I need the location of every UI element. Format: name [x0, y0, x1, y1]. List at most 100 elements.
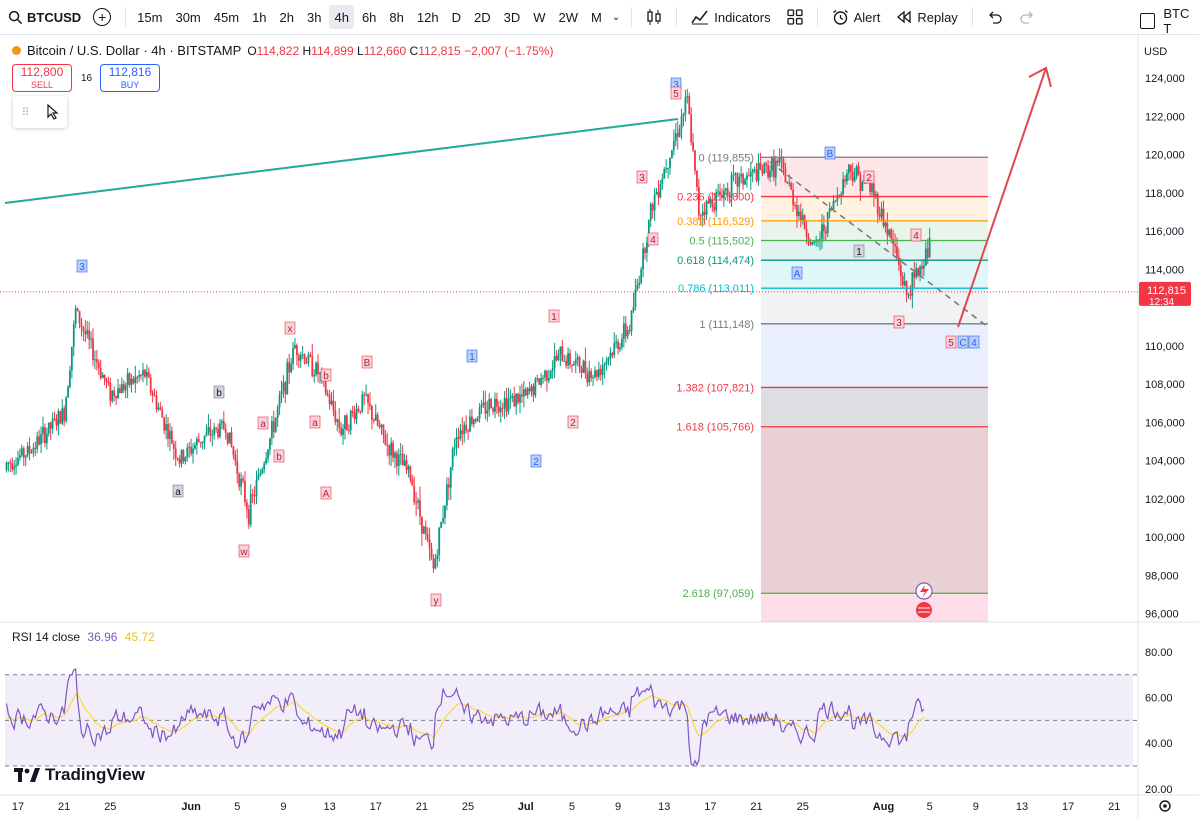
- candle-body: [530, 386, 533, 392]
- interval-d[interactable]: D: [447, 5, 466, 29]
- interval-w[interactable]: W: [528, 5, 550, 29]
- candle-body: [636, 284, 639, 290]
- candle-body: [521, 394, 523, 397]
- candles-icon: [647, 9, 661, 25]
- wave-label-text: 3: [639, 173, 645, 184]
- candle-body: [665, 168, 668, 170]
- redo-button[interactable]: [1011, 5, 1043, 29]
- interval-8h[interactable]: 8h: [384, 5, 408, 29]
- replay-button[interactable]: Replay: [888, 5, 965, 29]
- indicators-button[interactable]: Indicators: [683, 5, 778, 29]
- interval-1h[interactable]: 1h: [247, 5, 271, 29]
- candle-body: [511, 395, 514, 398]
- candle-body: [651, 204, 654, 211]
- candle-body: [147, 371, 150, 378]
- drawing-toolbar[interactable]: ⠿: [13, 96, 67, 128]
- candle-body: [361, 394, 364, 412]
- chart-type-button[interactable]: [638, 5, 670, 29]
- candle-body: [696, 170, 698, 187]
- candle-body: [449, 467, 452, 488]
- candle-body: [903, 281, 906, 286]
- wave-label-text: a: [312, 418, 318, 429]
- interval-4h[interactable]: 4h: [329, 5, 354, 29]
- candle-body: [669, 157, 671, 168]
- wave-label-b: b: [273, 449, 285, 463]
- grid-icon: [786, 9, 803, 25]
- wave-label-w: w: [238, 544, 250, 558]
- candle-body: [522, 389, 525, 397]
- checkbox-icon[interactable]: [1140, 13, 1156, 29]
- watchlist-toggle[interactable]: BTC T: [1140, 6, 1199, 36]
- sell-button[interactable]: 112,800 SELL: [12, 64, 72, 92]
- candle-body: [45, 433, 48, 444]
- candle-body: [503, 397, 506, 409]
- candle-body: [40, 434, 42, 445]
- candle-body: [703, 211, 706, 215]
- wave-label-3: 3: [76, 259, 88, 273]
- compare-add-icon[interactable]: +: [93, 8, 112, 26]
- fib-label: 1 (111,148): [699, 319, 754, 331]
- price-chart[interactable]: 0 (119,855) 0.236 (117,800) 0.382 (116,529…: [0, 36, 1199, 818]
- candle-body: [24, 455, 27, 458]
- candle-body: [188, 446, 191, 448]
- interval-6h[interactable]: 6h: [357, 5, 381, 29]
- candle-body: [234, 455, 237, 462]
- wave-label-a: a: [257, 416, 269, 430]
- candle-body: [7, 462, 10, 464]
- wave-label-text: 3: [896, 318, 902, 329]
- candle-body: [853, 176, 856, 182]
- candle-body: [569, 353, 571, 365]
- time-tick: Jul: [518, 801, 534, 813]
- candle-body: [882, 208, 885, 227]
- candle-body: [755, 169, 758, 181]
- candle-body: [313, 374, 316, 377]
- drag-handle-icon[interactable]: ⠿: [21, 106, 29, 119]
- interval-12h[interactable]: 12h: [412, 5, 444, 29]
- candle-body: [382, 424, 385, 436]
- wave-label-text: 1: [469, 352, 475, 363]
- interval-2h[interactable]: 2h: [275, 5, 299, 29]
- candle-body: [67, 387, 69, 398]
- candle-body: [561, 346, 564, 362]
- candle-body: [488, 399, 491, 411]
- candle-body: [219, 423, 221, 437]
- undo-button[interactable]: [979, 5, 1011, 29]
- interval-3d[interactable]: 3D: [499, 5, 526, 29]
- candle-body: [309, 354, 312, 356]
- candle-body: [513, 395, 516, 407]
- alert-button[interactable]: Alert: [824, 5, 889, 29]
- interval-m[interactable]: M: [586, 5, 607, 29]
- wave-label-1: 1: [853, 244, 865, 258]
- wave-label-text: a: [175, 487, 181, 498]
- interval-3h[interactable]: 3h: [302, 5, 326, 29]
- wave-label-text: w: [239, 547, 248, 558]
- layouts-button[interactable]: [779, 5, 811, 29]
- interval-2w[interactable]: 2W: [554, 5, 584, 29]
- candle-body: [603, 364, 606, 366]
- candle-body: [76, 308, 79, 311]
- candle-body: [330, 400, 333, 405]
- interval-15m[interactable]: 15m: [132, 5, 167, 29]
- candle-body: [90, 338, 92, 340]
- buy-button[interactable]: 112,816 BUY: [100, 64, 160, 92]
- candle-body: [74, 308, 77, 324]
- candle-body: [397, 454, 400, 466]
- candle-body: [197, 438, 200, 443]
- interval-30m[interactable]: 30m: [170, 5, 205, 29]
- candle-body: [355, 408, 358, 420]
- interval-45m[interactable]: 45m: [209, 5, 244, 29]
- symbol-search[interactable]: BTCUSD: [0, 0, 89, 35]
- candle-body: [609, 352, 612, 358]
- candle-body: [492, 408, 494, 412]
- candle-body: [390, 442, 393, 456]
- interval-dropdown-chevron-icon[interactable]: ⌄: [607, 5, 625, 29]
- candle-body: [613, 342, 616, 356]
- candle-body: [359, 410, 362, 412]
- interval-2d[interactable]: 2D: [469, 5, 496, 29]
- candle-body: [528, 388, 531, 392]
- candle-body: [405, 460, 408, 470]
- candle-body: [447, 484, 450, 488]
- cursor-arrow-icon[interactable]: [46, 104, 59, 120]
- candle-body: [201, 441, 204, 444]
- wave-label-a: A: [320, 486, 332, 500]
